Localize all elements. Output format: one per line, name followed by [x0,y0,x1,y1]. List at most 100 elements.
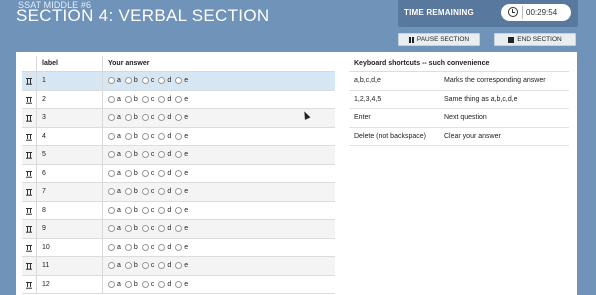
answer-option[interactable]: c [141,151,154,158]
radio-button[interactable] [175,169,183,177]
answer-option[interactable]: d [158,95,171,103]
radio-button[interactable] [108,280,115,288]
answer-option[interactable]: b [124,77,138,84]
answer-option[interactable]: a [108,280,121,288]
answer-option[interactable]: c [141,262,154,269]
radio-button[interactable] [124,151,132,158]
table-row[interactable]: 7 a b c d e [22,183,335,202]
radio-button[interactable] [158,188,166,195]
radio-button[interactable] [141,151,149,158]
hourglass-icon[interactable] [26,263,32,270]
answer-option[interactable]: b [124,280,138,288]
radio-button[interactable] [108,206,115,214]
answer-option[interactable]: e [175,95,188,103]
table-row[interactable]: 10 a b c d e [22,238,335,257]
hourglass-icon[interactable] [26,133,32,141]
radio-button[interactable] [141,169,149,177]
answer-option[interactable]: b [124,243,138,251]
radio-button[interactable] [141,262,149,269]
radio-button[interactable] [175,225,183,232]
radio-button[interactable] [124,188,132,195]
radio-button[interactable] [141,280,149,288]
answer-option[interactable]: b [124,132,138,140]
hourglass-icon[interactable] [26,96,32,104]
answer-option[interactable]: c [141,77,154,84]
radio-button[interactable] [108,114,115,121]
table-row[interactable]: 3 a b c d e [22,109,335,128]
radio-button[interactable] [124,225,132,232]
answer-option[interactable]: a [108,77,121,84]
answer-option[interactable]: c [141,206,154,214]
answer-option[interactable]: a [108,132,121,140]
radio-button[interactable] [158,206,166,214]
answer-option[interactable]: a [108,188,121,195]
answer-option[interactable]: b [124,225,138,232]
answer-option[interactable]: d [158,206,171,214]
radio-button[interactable] [175,262,183,269]
radio-button[interactable] [175,77,183,84]
answer-option[interactable]: c [141,243,154,251]
radio-button[interactable] [108,169,115,177]
answer-option[interactable]: e [175,280,188,288]
radio-button[interactable] [124,169,132,177]
radio-button[interactable] [158,95,166,103]
table-row[interactable]: 9 a b c d e [22,220,335,239]
answer-option[interactable]: e [175,188,188,195]
answer-option[interactable]: a [108,151,121,158]
answer-option[interactable]: d [158,169,171,177]
radio-button[interactable] [141,132,149,140]
radio-button[interactable] [141,225,149,232]
radio-button[interactable] [175,132,183,140]
answer-option[interactable]: e [175,243,188,251]
radio-button[interactable] [158,151,166,158]
answer-option[interactable]: e [175,114,188,121]
radio-button[interactable] [158,262,166,269]
answer-option[interactable]: e [175,206,188,214]
answer-option[interactable]: c [141,95,154,103]
hourglass-icon[interactable] [26,226,32,233]
hourglass-icon[interactable] [26,207,32,215]
answer-option[interactable]: b [124,206,138,214]
radio-button[interactable] [158,243,166,251]
hourglass-icon[interactable] [26,189,32,196]
answer-option[interactable]: d [158,151,171,158]
answer-option[interactable]: d [158,188,171,195]
answer-option[interactable]: e [175,225,188,232]
answer-option[interactable]: e [175,262,188,269]
radio-button[interactable] [141,77,149,84]
answer-option[interactable]: e [175,132,188,140]
radio-button[interactable] [124,95,132,103]
answer-option[interactable]: a [108,169,121,177]
table-row[interactable]: 6 a b c d e [22,164,335,183]
radio-button[interactable] [175,151,183,158]
radio-button[interactable] [124,77,132,84]
radio-button[interactable] [158,280,166,288]
answer-option[interactable]: b [124,95,138,103]
answer-option[interactable]: a [108,114,121,121]
answer-option[interactable]: b [124,169,138,177]
answer-option[interactable]: d [158,225,171,232]
answer-option[interactable]: a [108,95,121,103]
radio-button[interactable] [158,77,166,84]
answer-option[interactable]: d [158,262,171,269]
hourglass-icon[interactable] [26,152,32,159]
radio-button[interactable] [175,188,183,195]
radio-button[interactable] [124,132,132,140]
answer-option[interactable]: c [141,225,154,232]
end-section-button[interactable]: END SECTION [494,33,576,46]
answer-option[interactable]: d [158,132,171,140]
radio-button[interactable] [175,280,183,288]
radio-button[interactable] [124,206,132,214]
answer-option[interactable]: b [124,188,138,195]
answer-option[interactable]: a [108,262,121,269]
radio-button[interactable] [158,169,166,177]
answer-option[interactable]: c [141,169,154,177]
answer-option[interactable]: a [108,243,121,251]
answer-option[interactable]: d [158,114,171,121]
hourglass-icon[interactable] [26,115,32,122]
table-row[interactable]: 11 a b c d e [22,257,335,276]
answer-option[interactable]: d [158,280,171,288]
table-row[interactable]: 5 a b c d e [22,146,335,165]
radio-button[interactable] [158,114,166,121]
radio-button[interactable] [108,77,115,84]
